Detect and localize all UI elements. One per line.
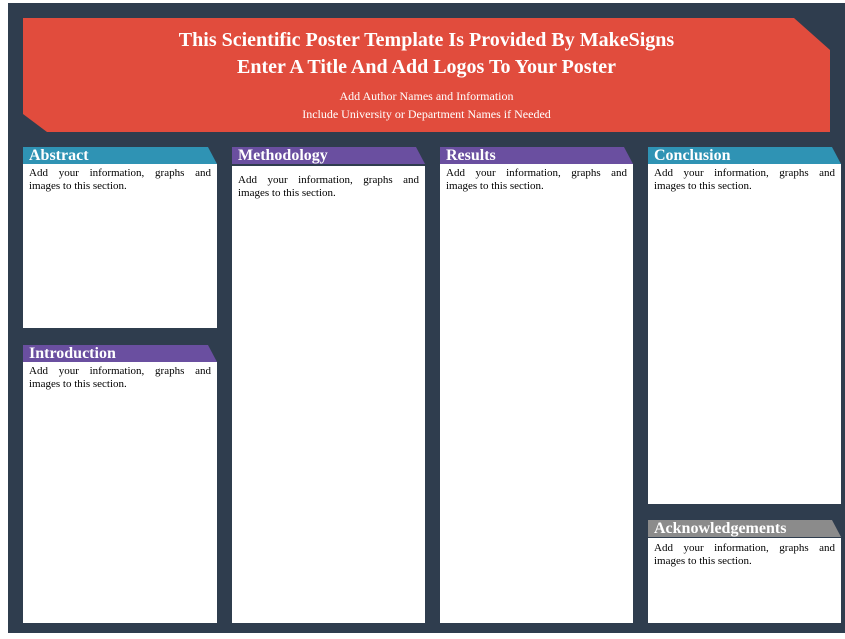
poster-background: This Scientific Poster Template Is Provi… [8, 3, 845, 633]
acknowledgements-heading[interactable]: Acknowledgements [648, 520, 841, 537]
poster-title-line2[interactable]: Enter A Title And Add Logos To Your Post… [23, 55, 830, 79]
results-panel[interactable]: Add your information, graphs and images … [440, 164, 633, 623]
poster-header: This Scientific Poster Template Is Provi… [23, 18, 830, 132]
introduction-heading[interactable]: Introduction [23, 345, 217, 362]
methodology-heading[interactable]: Methodology [232, 147, 425, 164]
author-line[interactable]: Add Author Names and Information [23, 89, 830, 104]
methodology-panel[interactable]: Add your information, graphs and images … [232, 166, 425, 623]
poster-title-line1[interactable]: This Scientific Poster Template Is Provi… [23, 28, 830, 52]
abstract-heading[interactable]: Abstract [23, 147, 217, 164]
introduction-panel[interactable]: Add your information, graphs and images … [23, 362, 217, 623]
abstract-panel[interactable]: Add your information, graphs and images … [23, 164, 217, 328]
results-heading[interactable]: Results [440, 147, 633, 164]
conclusion-heading[interactable]: Conclusion [648, 147, 841, 164]
affiliation-line[interactable]: Include University or Department Names i… [23, 107, 830, 122]
acknowledgements-panel[interactable]: Add your information, graphs and images … [648, 538, 841, 623]
conclusion-panel[interactable]: Add your information, graphs and images … [648, 164, 841, 504]
